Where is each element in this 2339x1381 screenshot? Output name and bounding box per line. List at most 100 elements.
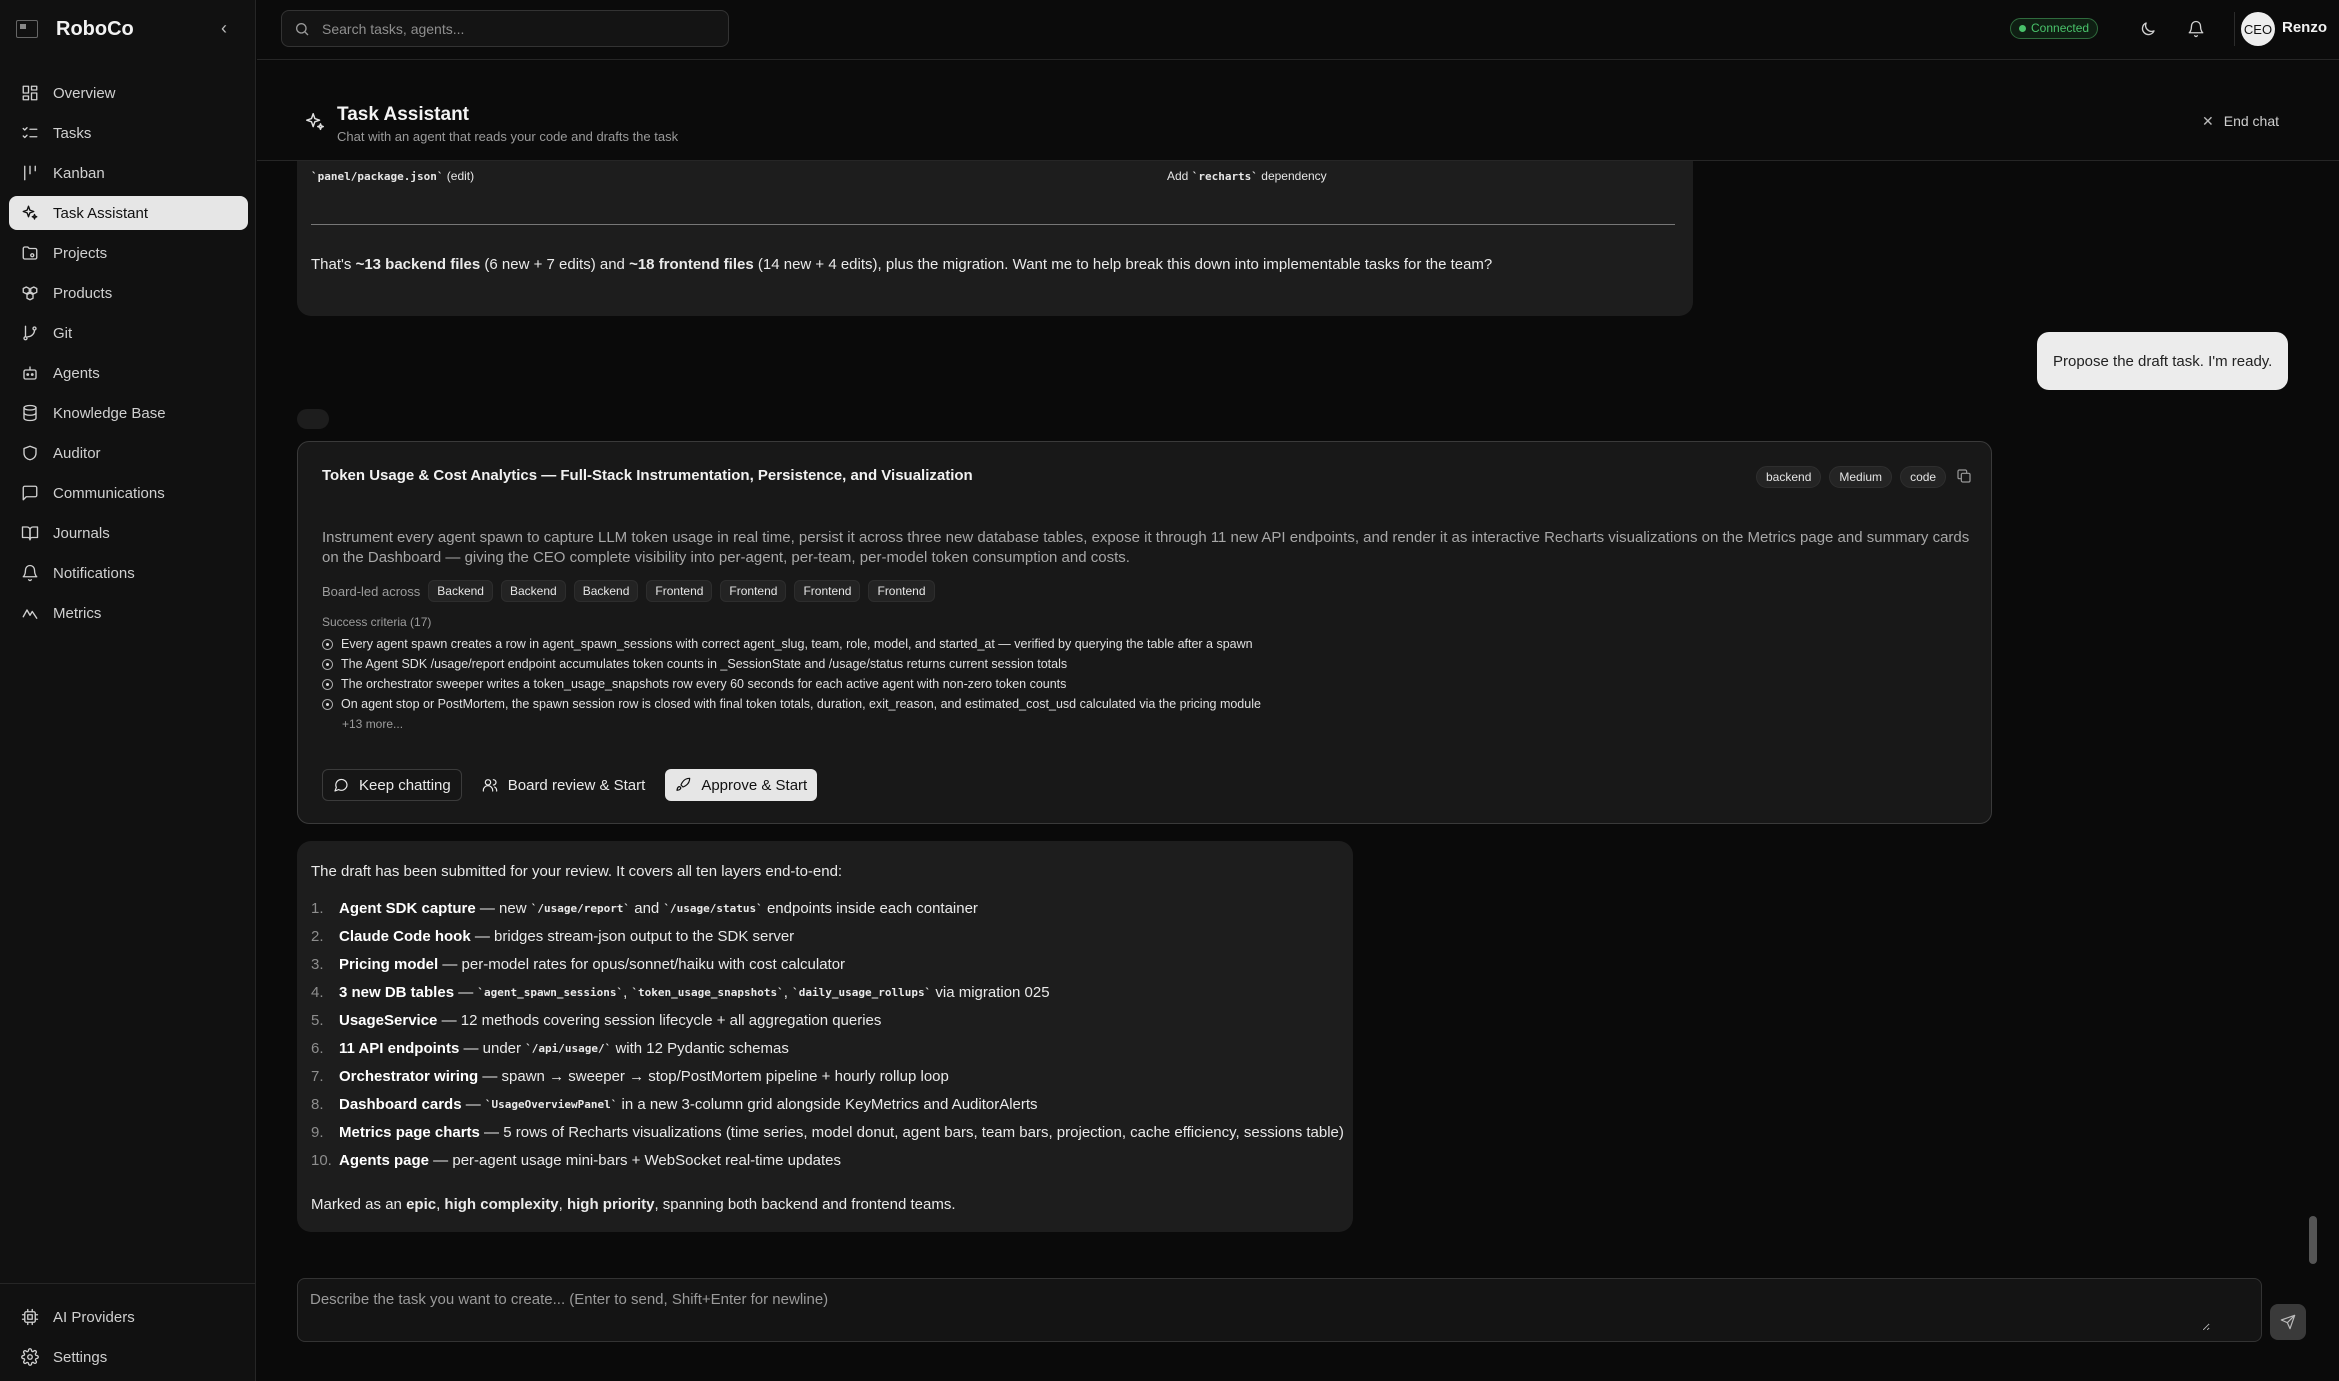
inline-code: `UsageOverviewPanel` (484, 1097, 618, 1111)
list-item-text: — 5 rows of Recharts visualizations (tim… (479, 1123, 1344, 1141)
tag-badge: Medium (1829, 466, 1893, 488)
sparkles-icon (304, 111, 326, 133)
sidebar-item-label: AI Providers (53, 1308, 135, 1326)
approve-start-button[interactable]: Approve & Start (665, 769, 818, 801)
summary-part: (6 new + 7 edits) and (484, 256, 625, 273)
folder-icon (21, 244, 39, 262)
copy-icon[interactable] (1956, 468, 1974, 486)
draft-tags: backend Medium code (1748, 466, 1974, 488)
list-item: 9. Metrics page charts — 5 rows of Rechar… (311, 1118, 1344, 1146)
criteria-item: Every agent spawn creates a row in agent… (322, 634, 1261, 654)
response-intro: The draft has been submitted for your re… (311, 863, 843, 880)
sidebar-item-notifications[interactable]: Notifications (9, 556, 248, 590)
user-name[interactable]: Renzo (2282, 19, 2327, 36)
criteria-item: On agent stop or PostMortem, the spawn s… (322, 694, 1261, 714)
board-member-chip: Backend (573, 580, 639, 602)
message-circle-icon (334, 778, 348, 792)
user-message: Propose the draft task. I'm ready. (2037, 332, 2289, 390)
draft-title: Token Usage & Cost Analytics — Full-Stac… (322, 467, 973, 484)
avatar[interactable]: CEO (2241, 12, 2275, 46)
close-icon: ✕ (2202, 113, 2214, 129)
footer-bold: high priority (566, 1196, 655, 1213)
list-item: 5. UsageService — 12 methods covering ses… (311, 1006, 1344, 1034)
summary-part: (14 new + 4 edits), plus the migration. … (757, 256, 1493, 273)
connection-status-badge: Connected (2010, 18, 2099, 39)
list-number: 4. (311, 983, 324, 1001)
sidebar-item-agents[interactable]: Agents (9, 356, 248, 390)
radio-dot-icon (322, 698, 333, 710)
grid-icon (21, 84, 39, 102)
inline-code: `/api/usage/` (525, 1041, 612, 1055)
search-box[interactable]: Search tasks, agents... (281, 10, 729, 47)
board-member-chip: Frontend (646, 580, 713, 602)
summary-part: That's (311, 256, 352, 273)
sidebar-item-auditor[interactable]: Auditor (9, 436, 248, 470)
list-item-text: — under (459, 1039, 526, 1057)
chat-scrollbar[interactable] (2309, 161, 2317, 1265)
list-item-heading: 3 new DB tables (339, 983, 455, 1001)
board-review-button[interactable]: Board review & Start (472, 769, 656, 801)
list-number: 3. (311, 955, 324, 973)
sidebar-item-projects[interactable]: Projects (9, 236, 248, 270)
list-item-text: — new (475, 899, 531, 917)
sidebar-item-git[interactable]: Git (9, 316, 248, 350)
sidebar-item-metrics[interactable]: Metrics (9, 596, 248, 630)
message-square-icon (21, 484, 39, 502)
keep-chatting-button[interactable]: Keep chatting (322, 769, 462, 801)
list-item: 4. 3 new DB tables — `agent_spawn_session… (311, 978, 1344, 1006)
chevron-left-icon[interactable]: ‹ (212, 16, 236, 40)
list-item-heading: Dashboard cards (339, 1095, 462, 1113)
app-root: RoboCo ‹ Overview Tasks Kanban Task Assista… (0, 0, 2339, 1381)
logo-icon (16, 20, 38, 38)
list-number: 2. (311, 927, 324, 945)
boxes-icon (21, 284, 39, 302)
bell-icon[interactable] (2183, 16, 2209, 42)
file-note: (edit) (446, 169, 475, 183)
sidebar-item-label: Auditor (53, 444, 101, 462)
board-member-chip: Backend (500, 580, 566, 602)
sidebar-item-label: Kanban (53, 164, 105, 182)
footer-part: , (436, 1196, 441, 1213)
scroll-thumb[interactable] (2309, 1216, 2317, 1264)
sidebar-item-journals[interactable]: Journals (9, 516, 248, 550)
end-chat-label: End chat (2223, 113, 2279, 129)
send-button[interactable] (2270, 1304, 2306, 1340)
criteria-item: The Agent SDK /usage/report endpoint acc… (322, 654, 1261, 674)
moon-icon[interactable] (2135, 16, 2161, 42)
inline-code: `/usage/report` (530, 901, 631, 915)
summary-bold: ~13 backend files (355, 256, 481, 273)
brand[interactable]: RoboCo (16, 14, 134, 44)
board-member-chip: Backend (428, 580, 493, 602)
task-description-input[interactable] (310, 1291, 2210, 1331)
list-item-text: — (461, 1095, 485, 1113)
sidebar-item-tasks[interactable]: Tasks (9, 116, 248, 150)
criteria-more-link[interactable]: +13 more... (342, 717, 403, 731)
footer-bold: epic (406, 1196, 437, 1213)
sidebar-item-kanban[interactable]: Kanban (9, 156, 248, 190)
sidebar-item-task-assistant[interactable]: Task Assistant (9, 196, 248, 230)
change-suffix: dependency (1261, 169, 1327, 183)
sidebar-nav: Overview Tasks Kanban Task Assistant Project… (9, 76, 248, 636)
radio-dot-icon (322, 638, 333, 650)
gear-icon (21, 1348, 39, 1366)
bell-icon (21, 564, 39, 582)
users-icon (482, 779, 498, 792)
list-item-text: via migration 025 (931, 983, 1050, 1001)
response-footer: Marked as an epic, high complexity, high… (311, 1196, 956, 1213)
end-chat-button[interactable]: ✕ End chat (2202, 113, 2279, 130)
sidebar-item-label: Knowledge Base (53, 404, 166, 422)
list-item-text: — spawn → sweeper → stop/PostMortem pipe… (478, 1067, 949, 1085)
app-name: RoboCo (56, 17, 134, 40)
sidebar-item-ai-providers[interactable]: AI Providers (9, 1300, 247, 1334)
list-item-heading: Agents page (339, 1151, 430, 1169)
keep-chatting-label: Keep chatting (359, 776, 451, 794)
assistant-message: The draft has been submitted for your re… (297, 841, 1353, 1232)
sidebar-item-knowledge-base[interactable]: Knowledge Base (9, 396, 248, 430)
sidebar-item-overview[interactable]: Overview (9, 76, 248, 110)
sidebar-item-communications[interactable]: Communications (9, 476, 248, 510)
list-item: 8. Dashboard cards — `UsageOverviewPanel`… (311, 1090, 1344, 1118)
sidebar-item-products[interactable]: Products (9, 276, 248, 310)
list-item-text: — bridges stream-json output to the SDK … (470, 927, 795, 945)
list-item: 2. Claude Code hook — bridges stream-json… (311, 922, 1344, 950)
sidebar-item-settings[interactable]: Settings (9, 1340, 247, 1374)
